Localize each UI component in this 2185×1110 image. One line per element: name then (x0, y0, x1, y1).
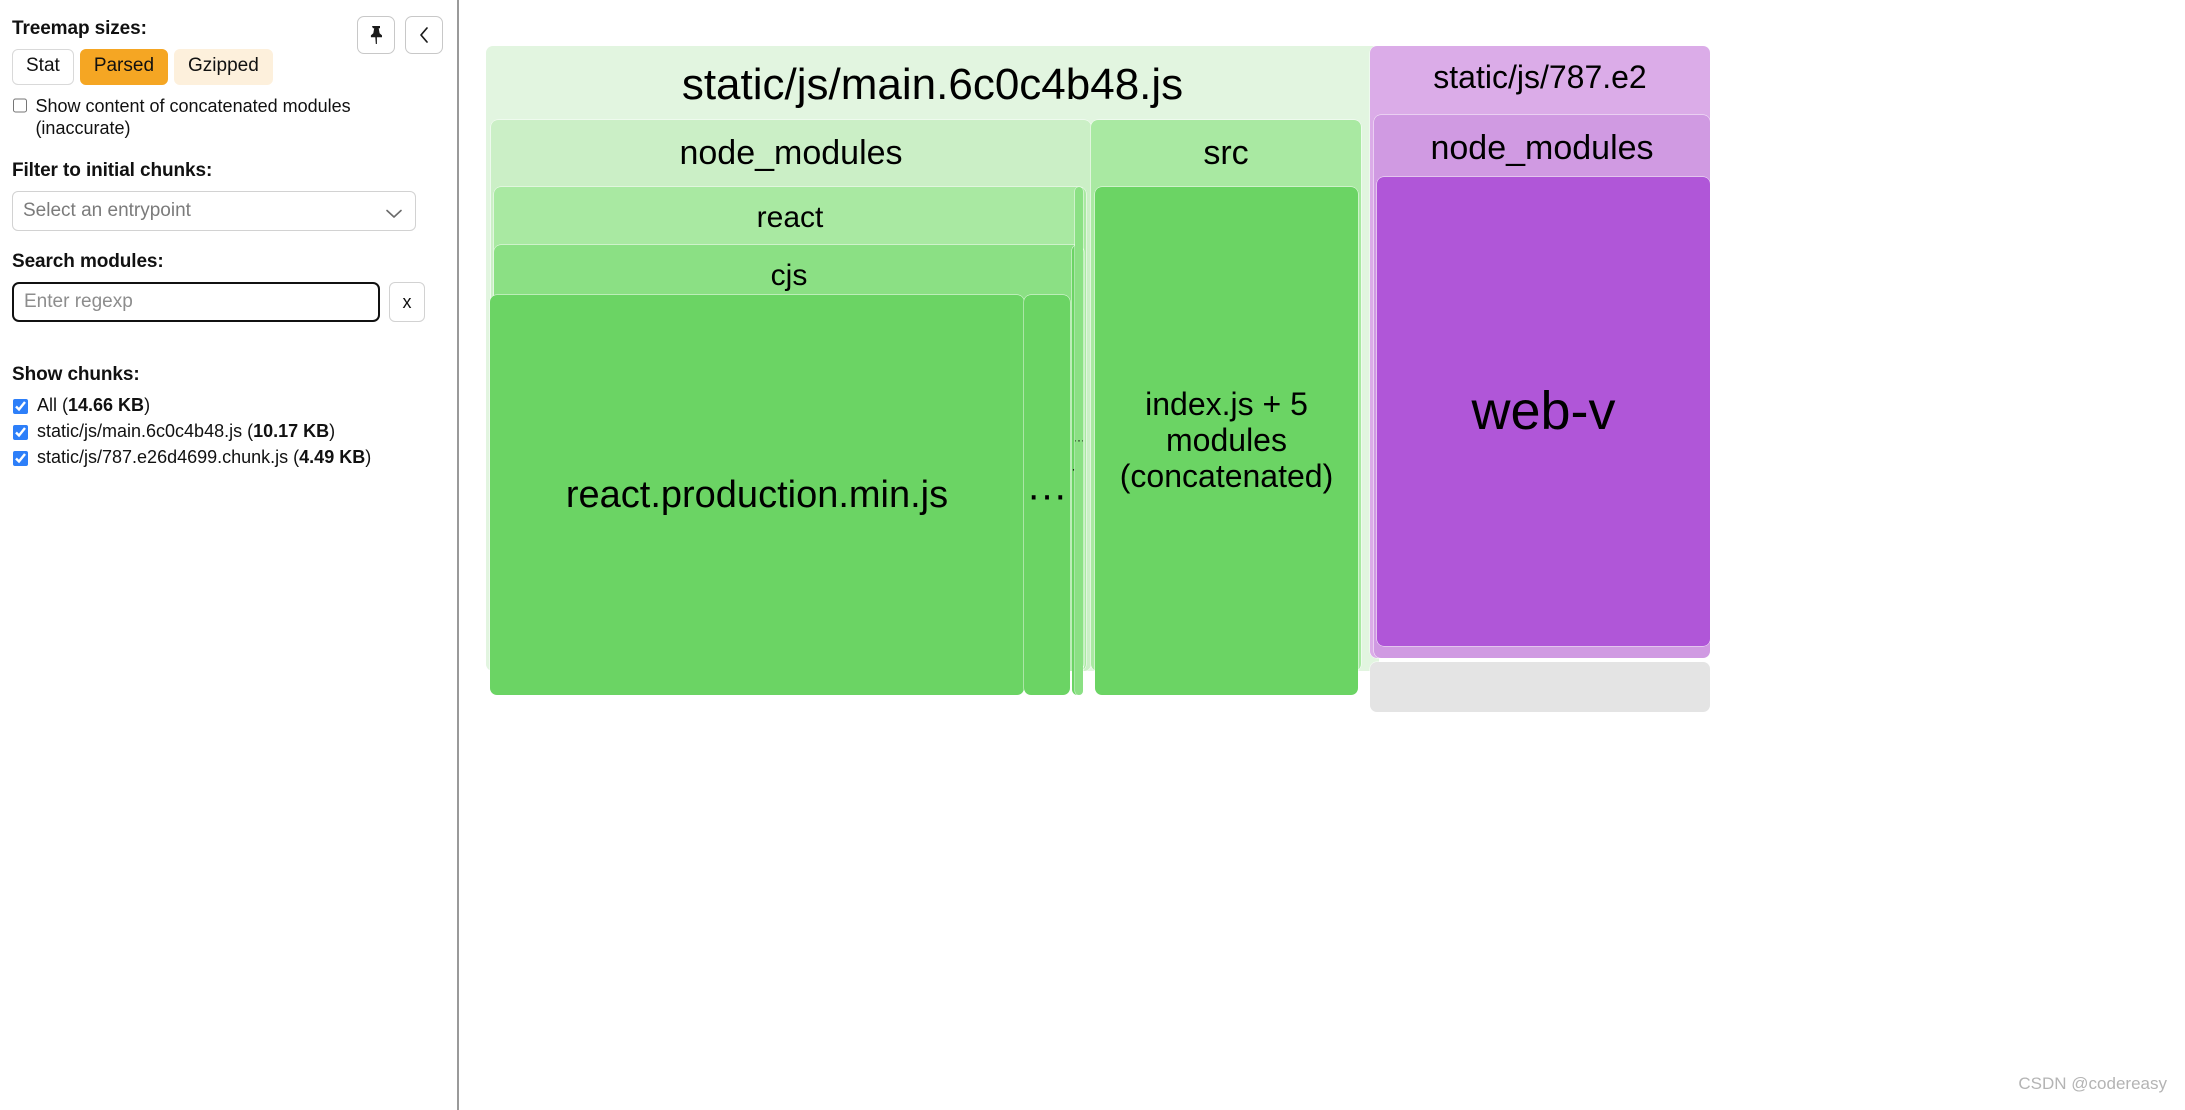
chunk-name: static/js/787.e26d4699.chunk.js (37, 446, 289, 467)
treemap-node-label: node_modules (1430, 129, 1654, 167)
pin-icon (367, 25, 385, 45)
size-mode-parsed[interactable]: Parsed (79, 49, 169, 85)
filter-chunks-label: Filter to initial chunks: (12, 159, 213, 181)
treemap-node-src-index[interactable]: index.js + 5 modules (concatenated) (1095, 187, 1358, 695)
search-modules-label: Search modules: (12, 250, 164, 272)
treemap-node-label: static/js/787.e2 (1433, 59, 1647, 95)
chunk-label-all: All (14.66 KB) (37, 394, 151, 415)
pin-button[interactable] (357, 16, 395, 54)
treemap-node-grey-leaf[interactable] (1370, 662, 1710, 712)
chunk-label-787: static/js/787.e26d4699.chunk.js (4.49 KB… (37, 446, 372, 467)
sidebar-top-buttons (357, 16, 443, 54)
treemap-node-label: node_modules (679, 134, 903, 172)
chunk-checkbox-all[interactable] (13, 398, 28, 414)
chunk-item-787[interactable]: static/js/787.e26d4699.chunk.js (4.49 KB… (12, 447, 435, 468)
collapse-sidebar-button[interactable] (405, 16, 443, 54)
entrypoint-select-wrap: Select an entrypoint (12, 190, 416, 231)
chunk-size: 4.49 KB (299, 446, 366, 467)
show-concatenated-modules-checkbox[interactable] (13, 97, 28, 113)
show-concatenated-modules-label: Show content of concatenated modules (in… (35, 95, 351, 139)
chunk-name: All (37, 394, 58, 415)
chunk-checkbox-list: All (14.66 KB) static/js/main.6c0c4b48.j… (12, 395, 435, 468)
treemap-node-label: web-v (1471, 381, 1616, 442)
clear-search-button[interactable]: x (389, 281, 425, 322)
treemap-node-label: cjs (770, 259, 808, 292)
size-mode-gzipped[interactable]: Gzipped (174, 49, 273, 85)
chunk-label-main: static/js/main.6c0c4b48.js (10.17 KB) (37, 420, 336, 441)
treemap-sizes-button-group: Stat Parsed Gzipped (12, 49, 435, 85)
treemap-node-p787-webvitals[interactable]: web-v (1377, 177, 1710, 646)
size-mode-stat[interactable]: Stat (12, 49, 74, 85)
treemap-node-label: ··· (1027, 472, 1067, 517)
show-chunks-label: Show chunks: (12, 363, 140, 385)
watermark: CSDN @codereasy (2018, 1074, 2167, 1093)
chunk-size: 14.66 KB (68, 394, 145, 415)
treemap-node-label: static/js/main.6c0c4b48.js (681, 60, 1184, 109)
treemap-node-react-prod[interactable]: react.production.min.js (490, 295, 1024, 695)
entrypoint-select[interactable]: Select an entrypoint (12, 190, 416, 231)
search-row: x (12, 281, 435, 322)
chunk-size: 10.17 KB (253, 420, 330, 441)
chunk-name: static/js/main.6c0c4b48.js (37, 420, 243, 441)
show-concatenated-modules-row[interactable]: Show content of concatenated modules (in… (12, 95, 435, 140)
treemap-node-label: index.js + 5 modules (concatenated) (1119, 386, 1334, 494)
chunk-item-all[interactable]: All (14.66 KB) (12, 395, 435, 416)
chunk-item-main[interactable]: static/js/main.6c0c4b48.js (10.17 KB) (12, 421, 435, 442)
treemap-canvas[interactable]: static/js/main.6c0c4b48.js node_modulesre… (459, 0, 2185, 1110)
search-input[interactable] (12, 281, 380, 322)
chunk-checkbox-787[interactable] (13, 450, 28, 466)
chevron-left-icon (416, 25, 432, 45)
treemap-node-label: react.production.min.js (565, 473, 949, 516)
treemap-node-react-dots-1[interactable]: ··· (1024, 295, 1070, 695)
treemap-node-label: ··· (1075, 433, 1083, 448)
app-root: Treemap sizes: Stat Parsed Gzipped Show … (0, 0, 2185, 1110)
treemap-node-label: react (756, 201, 824, 234)
sidebar: Treemap sizes: Stat Parsed Gzipped Show … (0, 0, 459, 1110)
treemap-node-label: src (1203, 134, 1249, 172)
chunk-checkbox-main[interactable] (13, 424, 28, 440)
treemap-node-strip-b[interactable]: ··· (1075, 187, 1083, 695)
